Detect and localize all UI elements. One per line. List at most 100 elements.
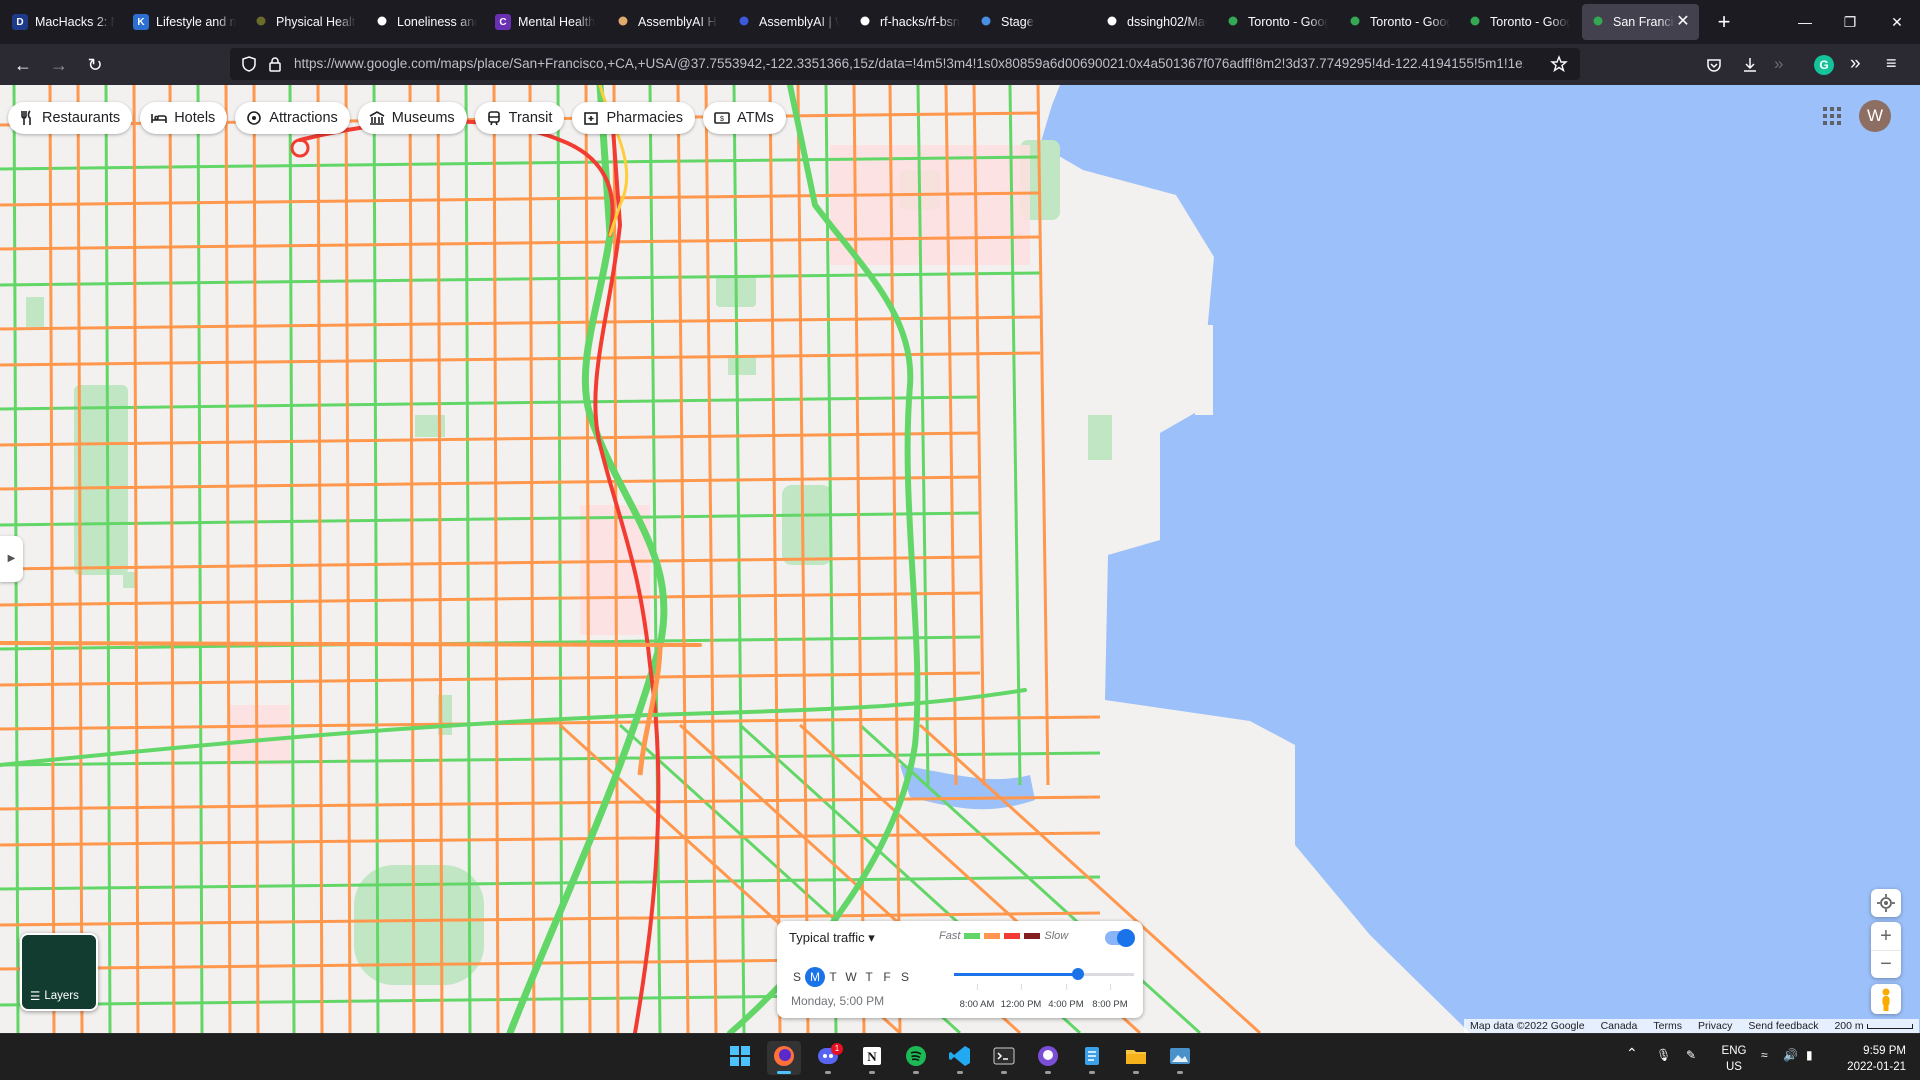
firefox-taskbar-button[interactable] [767,1041,801,1075]
bookmark-star-icon[interactable] [1550,55,1568,73]
map-canvas[interactable]: Restaurants Hotels Attractions Museums T… [0,85,1920,1033]
layers-label: Layers [44,990,79,1002]
tab-12[interactable]: Toronto - Goog [1339,4,1458,40]
send-feedback-link[interactable]: Send feedback [1748,1020,1818,1032]
language-indicator[interactable]: ENG US [1719,1043,1749,1075]
my-location-button[interactable] [1871,889,1901,917]
privacy-link[interactable]: Privacy [1698,1020,1732,1032]
tab-5[interactable]: C Mental Health [487,4,606,40]
microphone-icon[interactable]: 🎙 [1656,1048,1671,1062]
shield-icon[interactable] [240,55,258,73]
legend-swatch-fast [964,933,981,939]
terminal-taskbar-button[interactable] [987,1041,1021,1075]
piers [1085,235,1213,415]
hotels-chip[interactable]: Hotels [140,102,228,134]
day-2[interactable]: M [805,967,825,987]
tab-title: Lifestyle and m [156,15,236,29]
region-link[interactable]: Canada [1601,1020,1638,1032]
time-label: 12:00 PM [1000,999,1042,1010]
lock-icon[interactable] [266,55,284,73]
tab-14[interactable]: San Francisc✕ [1582,4,1699,40]
tab-9[interactable]: Stage [970,4,1089,40]
close-tab-icon[interactable]: ✕ [1675,14,1691,30]
tab-11[interactable]: Toronto - Goog [1217,4,1336,40]
day-5[interactable]: T [859,967,879,987]
live-traffic-toggle[interactable] [1105,929,1135,947]
notepad-taskbar-button[interactable] [1075,1041,1109,1075]
day-6[interactable]: F [877,967,897,987]
tab-4[interactable]: Loneliness and [366,4,485,40]
time-slider-knob[interactable] [1072,968,1085,980]
notion-taskbar-button[interactable]: N [855,1041,889,1075]
tab-13[interactable]: Toronto - Goog [1459,4,1578,40]
transit-label: Transit [508,110,553,126]
zoom-in-button[interactable]: + [1871,922,1901,950]
downloads-icon[interactable] [1741,56,1759,74]
spotify-taskbar-button[interactable] [899,1041,933,1075]
day-1[interactable]: S [787,967,807,987]
overflow-menu-icon[interactable]: » [1850,53,1861,75]
terms-link[interactable]: Terms [1653,1020,1682,1032]
zoom-controls: + − [1871,922,1901,978]
battery-icon[interactable]: ▮ [1806,1048,1813,1062]
day-3[interactable]: T [823,967,843,987]
back-button[interactable]: ← [10,52,36,78]
minimize-button[interactable]: — [1795,12,1815,32]
pharmacies-label: Pharmacies [606,110,683,126]
wifi-icon[interactable]: ≈ [1761,1048,1768,1062]
new-tab-button[interactable]: + [1712,10,1736,34]
clock[interactable]: 9:59 PM 2022-01-21 [1836,1043,1906,1075]
tab-1[interactable]: D MacHacks 2: M [4,4,123,40]
atms-chip[interactable]: $ ATMs [703,102,786,134]
attractions-chip[interactable]: Attractions [235,102,350,134]
museums-chip[interactable]: Museums [357,102,467,134]
day-7[interactable]: S [895,967,915,987]
tab-6[interactable]: AssemblyAI Ha [607,4,726,40]
pegman-button[interactable] [1871,984,1901,1014]
tab-2[interactable]: K Lifestyle and m [125,4,244,40]
street-vertical [612,85,620,1033]
tab-10[interactable]: dssingh02/Mac [1096,4,1215,40]
page-icon [374,14,390,30]
time-slider[interactable] [954,968,1134,980]
side-panel-toggle[interactable]: ▶ [0,536,23,582]
restaurants-chip[interactable]: Restaurants [8,102,133,134]
grammarly-icon[interactable]: G [1814,55,1834,75]
pen-icon[interactable]: ✎ [1686,1048,1696,1062]
extension-arrow-icon[interactable]: » [1774,54,1783,74]
tab-7[interactable]: AssemblyAI | W [728,4,847,40]
scale-bar[interactable]: 200 m [1834,1020,1913,1032]
maps-pin-icon [1590,14,1606,30]
map-layer[interactable] [0,85,1920,1033]
reload-button[interactable]: ↻ [82,52,108,78]
forward-button[interactable]: → [46,52,72,78]
restore-button[interactable]: ❐ [1840,12,1860,32]
day-4[interactable]: W [841,967,861,987]
tab-title: San Francisc [1613,15,1675,29]
volume-icon[interactable]: 🔊 [1783,1048,1798,1062]
hamburger-menu-icon[interactable]: ≡ [1886,53,1897,74]
layers-button[interactable]: ☰ Layers [20,933,98,1011]
photos-taskbar-button[interactable] [1163,1041,1197,1075]
discord-taskbar-button[interactable]: 1 [811,1041,845,1075]
tab-title: Toronto - Goog [1370,15,1450,29]
github-desktop-taskbar-button[interactable] [1031,1041,1065,1075]
vscode-icon [948,1044,972,1073]
google-apps-icon[interactable] [1820,104,1844,128]
pocket-icon[interactable] [1705,56,1723,74]
avatar[interactable]: W [1859,100,1891,132]
pharmacies-chip[interactable]: Pharmacies [572,102,695,134]
windows-start-taskbar-button[interactable] [723,1041,757,1075]
vscode-taskbar-button[interactable] [943,1041,977,1075]
close-window-button[interactable]: ✕ [1887,12,1907,32]
zoom-out-button[interactable]: − [1871,950,1901,978]
transit-chip[interactable]: Transit [474,102,565,134]
tab-title: dssingh02/Mac [1127,15,1207,29]
url-text[interactable]: https://www.google.com/maps/place/San+Fr… [294,56,1524,71]
tab-3[interactable]: Physical Health [245,4,364,40]
traffic-mode-dropdown[interactable]: Typical traffic ▾ [789,930,875,946]
address-bar[interactable]: https://www.google.com/maps/place/San+Fr… [230,48,1580,80]
tab-8[interactable]: rf-hacks/rf-bsn [849,4,968,40]
file-explorer-taskbar-button[interactable] [1119,1041,1153,1075]
chevron-up-icon[interactable]: ⌃ [1626,1045,1638,1062]
